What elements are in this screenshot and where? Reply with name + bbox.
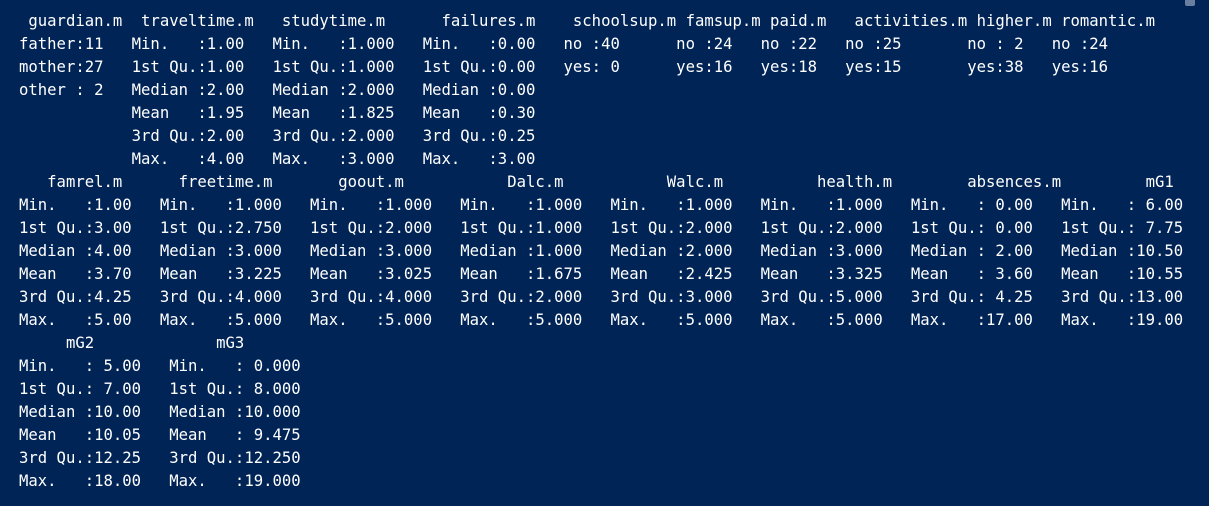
summary-header-line: mG2 mG3 <box>19 334 245 352</box>
summary-line: 1st Qu.:3.00 1st Qu.:2.750 1st Qu.:2.000… <box>19 219 1184 237</box>
summary-line: Min. : 5.00 Min. : 0.000 <box>19 357 301 375</box>
summary-line: Median :10.00 Median :10.000 <box>19 403 301 421</box>
summary-line: Mean :10.05 Mean : 9.475 <box>19 426 301 444</box>
summary-line: Min. :1.00 Min. :1.000 Min. :1.000 Min. … <box>19 196 1184 214</box>
summary-line: 3rd Qu.:12.25 3rd Qu.:12.250 <box>19 449 301 467</box>
summary-line: 1st Qu.: 7.00 1st Qu.: 8.000 <box>19 380 301 398</box>
console-output[interactable]: guardian.m traveltime.m studytime.m fail… <box>0 0 1209 506</box>
summary-line: Median :4.00 Median :3.000 Median :3.000… <box>19 242 1184 260</box>
summary-line: Mean :3.70 Mean :3.225 Mean :3.025 Mean … <box>19 265 1184 283</box>
summary-line: Max. :5.00 Max. :5.000 Max. :5.000 Max. … <box>19 311 1184 329</box>
summary-header-line: famrel.m freetime.m goout.m Dalc.m Walc.… <box>19 173 1174 191</box>
summary-line: 3rd Qu.:2.00 3rd Qu.:2.000 3rd Qu.:0.25 <box>19 127 536 145</box>
summary-line: 3rd Qu.:4.25 3rd Qu.:4.000 3rd Qu.:4.000… <box>19 288 1184 306</box>
summary-line: other : 2 Median :2.00 Median :2.000 Med… <box>19 81 536 99</box>
summary-line: father:11 Min. :1.00 Min. :1.000 Min. :0… <box>19 35 1109 53</box>
scrollbar-thumb[interactable] <box>1185 0 1195 6</box>
summary-header-line: guardian.m traveltime.m studytime.m fail… <box>19 12 1155 30</box>
summary-line: mother:27 1st Qu.:1.00 1st Qu.:1.000 1st… <box>19 58 1109 76</box>
summary-line: Max. :18.00 Max. :19.000 <box>19 472 301 490</box>
summary-line: Mean :1.95 Mean :1.825 Mean :0.30 <box>19 104 536 122</box>
summary-line: Max. :4.00 Max. :3.000 Max. :3.00 <box>19 150 536 168</box>
